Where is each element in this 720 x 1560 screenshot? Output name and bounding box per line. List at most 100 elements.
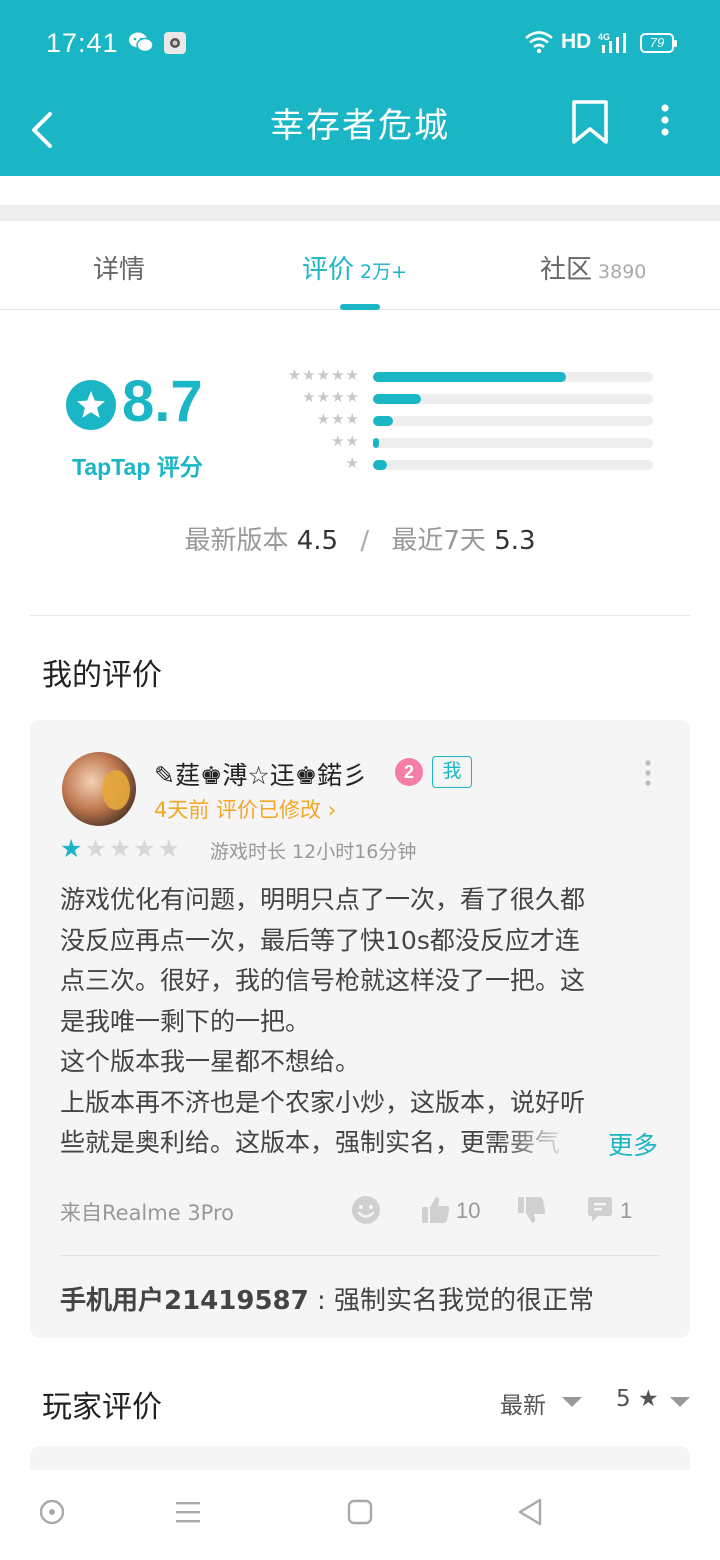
- review-edit-link[interactable]: 4天前 评价已修改 ›: [154, 794, 336, 824]
- rating-bar-track: [373, 438, 653, 448]
- tab-details[interactable]: 详情: [93, 249, 145, 286]
- system-back-button[interactable]: [516, 1498, 544, 1530]
- review-line: 是我唯一剩下的一把。: [60, 1006, 311, 1036]
- circle-dot-icon: [39, 1499, 65, 1525]
- section-gap: [0, 205, 720, 221]
- menu-button[interactable]: [174, 1498, 202, 1530]
- rating-distribution-row: ★★: [270, 432, 670, 451]
- review-text[interactable]: 游戏优化有问题，明明只点了一次，看了很久都 没反应再点一次，最后等了快10s都没…: [60, 880, 660, 1160]
- tab-label: 评价: [302, 255, 355, 285]
- latest-version-score: 4.5: [296, 526, 339, 556]
- rating-source-label: TapTap 评分: [72, 454, 203, 480]
- chevron-down-icon: [670, 1397, 690, 1407]
- rating-bar-fill: [373, 372, 567, 382]
- device-label: 来自Realme 3Pro: [60, 1201, 234, 1225]
- tab-community[interactable]: 社区 3890: [540, 249, 646, 286]
- username[interactable]: ✎莛♚溥☆迋♚鍩彡: [154, 756, 367, 792]
- comment-count: 1: [620, 1198, 633, 1223]
- star-filter-dropdown[interactable]: 5 ★: [616, 1386, 659, 1412]
- active-tab-indicator: [340, 304, 380, 310]
- menu-icon: [176, 1502, 200, 1523]
- dislike-button[interactable]: [516, 1194, 548, 1230]
- triangle-back-icon: [518, 1498, 542, 1526]
- rating-bar-track: [373, 394, 653, 404]
- my-review-title: 我的评价: [42, 658, 162, 693]
- emoji-reaction-button[interactable]: [350, 1194, 382, 1230]
- bookmark-icon: [572, 100, 608, 144]
- review-line: 游戏优化有问题，明明只点了一次，看了很久都: [60, 885, 586, 914]
- rating-bar-track: [373, 372, 653, 382]
- avatar[interactable]: [62, 752, 136, 826]
- page-title: 幸存者危城: [270, 106, 450, 146]
- assistant-button[interactable]: [38, 1498, 66, 1530]
- recent-score: 5.3: [494, 526, 536, 556]
- review-more-button[interactable]: [640, 758, 656, 790]
- reply-preview[interactable]: 手机用户21419587 : 强制实名我觉的很正常: [60, 1280, 594, 1317]
- signal-icon: 4G: [598, 31, 630, 59]
- title-bar: 幸存者危城: [0, 88, 720, 176]
- review-line: 这个版本我一星都不想给。: [60, 1047, 361, 1076]
- more-vertical-icon: [645, 760, 651, 786]
- reply-username: 手机用户21419587: [60, 1286, 309, 1316]
- home-button[interactable]: [346, 1498, 374, 1530]
- latest-version-label: 最新版本: [184, 526, 289, 556]
- system-navigation-bar: [0, 1470, 720, 1560]
- tab-count: 2万+: [360, 261, 408, 283]
- tab-count: 3890: [598, 261, 647, 283]
- like-button[interactable]: [420, 1194, 452, 1230]
- app-header: 17:41 HD 4G 79 幸存者危城: [0, 0, 720, 176]
- rating-score: 8.7: [122, 369, 203, 434]
- battery-icon: 79: [640, 33, 677, 53]
- rating-bar-fill: [373, 438, 379, 448]
- sort-dropdown[interactable]: 最新: [500, 1386, 546, 1420]
- svg-text:4G: 4G: [598, 32, 610, 42]
- rating-distribution-row: ★: [270, 454, 670, 473]
- thumbs-down-icon: [518, 1197, 546, 1223]
- bookmark-button[interactable]: [568, 98, 612, 146]
- rating-bar-fill: [373, 460, 387, 470]
- tab-label: 详情: [93, 255, 146, 285]
- reply-text: : 强制实名我觉的很正常: [308, 1286, 595, 1316]
- review-line: 上版本再不济也是个农家小炒，这版本，说好听: [60, 1087, 586, 1117]
- wifi-icon: [524, 30, 554, 58]
- level-badge: 2: [395, 758, 423, 786]
- rating-distribution-row: ★★★: [270, 410, 670, 429]
- like-count: 10: [456, 1198, 481, 1223]
- star-empty-icon: ★★★★: [84, 834, 183, 863]
- my-review-card[interactable]: ✎莛♚溥☆迋♚鍩彡 2 我 4天前 评价已修改 › ★★★★★ 游戏时长 12小…: [30, 720, 690, 1338]
- star-level-label: ★: [345, 454, 360, 472]
- star-level-label: ★★★: [316, 410, 360, 428]
- wechat-icon: [128, 31, 154, 57]
- player-reviews-title: 玩家评价: [42, 1390, 162, 1425]
- rating-distribution-row: ★★★★: [270, 388, 670, 407]
- version-scores: 最新版本 4.5 / 最近7天 5.3: [0, 520, 720, 557]
- tab-label: 社区: [540, 255, 593, 285]
- status-time: 17:41: [46, 28, 119, 58]
- separator: /: [360, 526, 370, 556]
- comment-icon: [588, 1197, 612, 1222]
- review-stars: ★★★★★: [60, 834, 182, 863]
- more-options-button[interactable]: [650, 98, 680, 146]
- review-line: 点三次。很好，我的信号枪就这样没了一把。这: [60, 966, 586, 995]
- status-bar: 17:41 HD 4G 79: [0, 0, 720, 88]
- star-level-label: ★★★★: [302, 388, 360, 406]
- me-badge: 我: [432, 756, 472, 788]
- playtime: 游戏时长 12小时16分钟: [210, 841, 417, 863]
- review-line: 没反应再点一次，最后等了快10s都没反应才连: [60, 925, 580, 955]
- expand-more-link[interactable]: 更多: [608, 1126, 658, 1162]
- thumbs-up-icon: [422, 1197, 450, 1223]
- rating-bar-fill: [373, 394, 421, 404]
- star-filled-icon: ★: [60, 834, 85, 863]
- recent-label: 最近7天: [391, 526, 486, 556]
- network-type-label: HD: [561, 30, 592, 53]
- rating-bar-track: [373, 460, 653, 470]
- divider: [60, 1255, 660, 1256]
- chevron-down-icon: [562, 1397, 582, 1407]
- comment-button[interactable]: [584, 1194, 616, 1230]
- tab-reviews[interactable]: 评价 2万+: [302, 249, 407, 286]
- more-vertical-icon: [661, 104, 669, 136]
- square-icon: [347, 1499, 373, 1525]
- smiley-icon: [352, 1196, 380, 1224]
- rating-distribution-row: ★★★★★: [270, 366, 670, 385]
- divider: [30, 615, 690, 616]
